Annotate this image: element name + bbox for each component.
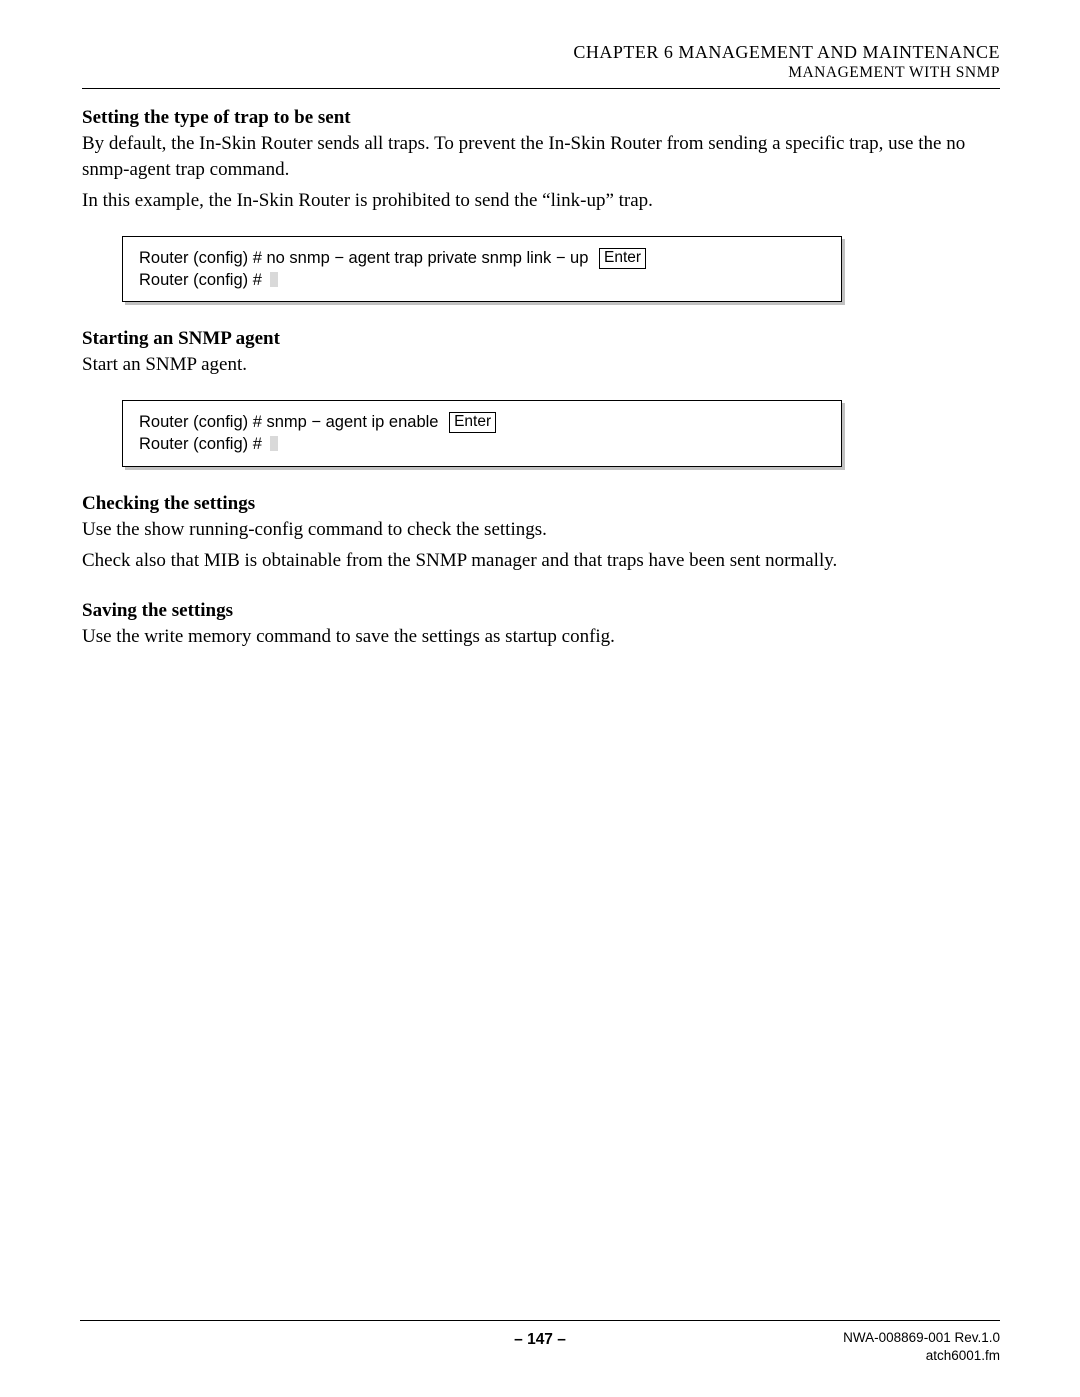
code-box-2: Router (config) # snmp − agent ip enable… [122, 400, 842, 467]
text-trap-p1: By default, the In-Skin Router sends all… [82, 131, 1000, 182]
text-save-p1: Use the write memory command to save the… [82, 624, 1000, 650]
heading-trap: Setting the type of trap to be sent [82, 107, 1000, 129]
header-section: MANAGEMENT WITH SNMP [82, 64, 1000, 82]
code1-line1: Router (config) # no snmp − agent trap p… [139, 249, 588, 267]
code2-line1: Router (config) # snmp − agent ip enable [139, 413, 438, 431]
cursor-icon [270, 272, 278, 287]
heading-check: Checking the settings [82, 493, 1000, 515]
code1-line2: Router (config) # [139, 271, 262, 289]
text-check-p2: Check also that MIB is obtainable from t… [82, 548, 1000, 574]
code-box-1: Router (config) # no snmp − agent trap p… [122, 236, 842, 303]
header-rule [82, 88, 1000, 89]
cursor-icon [270, 436, 278, 451]
heading-start: Starting an SNMP agent [82, 328, 1000, 350]
text-trap-p2: In this example, the In-Skin Router is p… [82, 188, 1000, 214]
footer-docid: NWA-008869-001 Rev.1.0 [843, 1329, 1000, 1347]
page-number: – 147 – [514, 1331, 566, 1349]
footer-rule [80, 1320, 1000, 1321]
text-check-p1: Use the show running-config command to c… [82, 517, 1000, 543]
enter-key-2: Enter [449, 412, 496, 433]
enter-key-1: Enter [599, 248, 646, 269]
code2-line2: Router (config) # [139, 435, 262, 453]
text-start-p1: Start an SNMP agent. [82, 352, 1000, 378]
header-chapter: CHAPTER 6 MANAGEMENT AND MAINTENANCE [82, 42, 1000, 63]
footer-filename: atch6001.fm [843, 1347, 1000, 1365]
heading-save: Saving the settings [82, 600, 1000, 622]
